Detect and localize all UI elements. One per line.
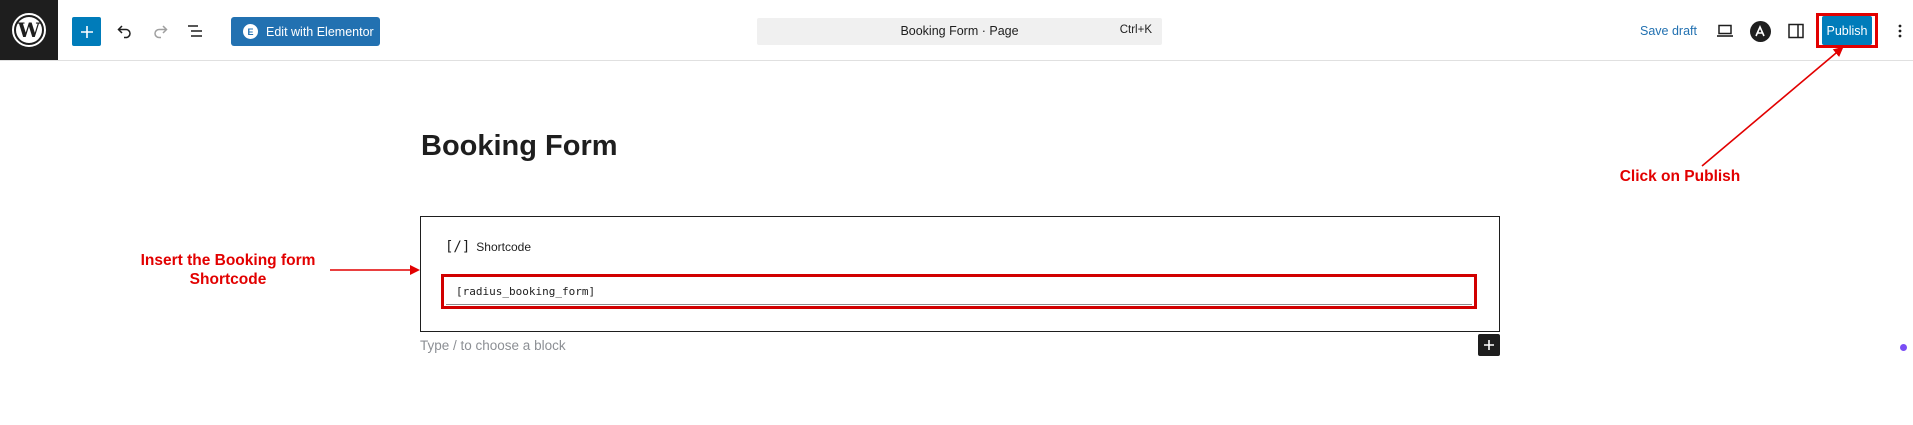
publish-button[interactable]: Publish (1822, 16, 1872, 45)
editor-top-toolbar: W E Edit with Elementor Booking Form · P… (0, 0, 1913, 61)
shortcode-value: [radius_booking_form] (456, 285, 596, 298)
annotation-insert-shortcode: Insert the Booking form Shortcode (128, 251, 328, 289)
more-vertical-icon (1898, 24, 1902, 38)
annotation-arrows (330, 46, 1844, 275)
undo-icon (117, 25, 131, 39)
plus-icon (1484, 340, 1494, 350)
add-block-button[interactable] (1478, 334, 1500, 356)
save-draft-button[interactable]: Save draft (1640, 22, 1697, 40)
annotation-line-1: Insert the Booking form (140, 252, 316, 269)
shortcode-block[interactable]: [/] Shortcode [radius_booking_form] (420, 216, 1500, 332)
document-title: Booking Form · Page (900, 24, 1019, 38)
input-underline (446, 304, 1472, 305)
redo-icon (154, 25, 168, 39)
list-view-button[interactable] (181, 17, 209, 45)
undo-button[interactable] (111, 17, 139, 45)
arrow-to-publish (1701, 46, 1844, 167)
shortcode-block-label: [/] Shortcode (445, 239, 531, 255)
wordpress-logo-icon: W (12, 13, 46, 47)
svg-text:W: W (17, 18, 41, 42)
page-title[interactable]: Booking Form (421, 130, 618, 163)
block-inserter-button[interactable] (72, 17, 101, 46)
wordpress-logo-button[interactable]: W (0, 0, 58, 60)
shortcode-icon: [/] (445, 239, 471, 255)
settings-sidebar-button[interactable] (1783, 18, 1809, 44)
elementor-icon: E (243, 24, 258, 39)
shortcode-input[interactable]: [radius_booking_form] (441, 274, 1477, 309)
sidebar-icon (1788, 23, 1804, 39)
command-shortcut: Ctrl+K (1119, 24, 1152, 36)
annotation-line-2: Shortcode (189, 271, 267, 288)
options-button[interactable] (1890, 18, 1910, 44)
command-palette-button[interactable]: Booking Form · Page Ctrl+K (757, 18, 1162, 45)
astra-icon (1749, 20, 1771, 42)
desktop-preview-icon (1717, 24, 1733, 37)
edit-with-elementor-label: Edit with Elementor (266, 24, 374, 39)
edit-with-elementor-button[interactable]: E Edit with Elementor (231, 17, 380, 46)
plus-icon (80, 25, 93, 38)
astra-settings-button[interactable] (1747, 18, 1773, 44)
status-dot (1900, 344, 1907, 351)
list-view-icon (188, 25, 202, 37)
shortcode-label-text: Shortcode (476, 240, 531, 254)
annotation-click-publish: Click on Publish (1619, 168, 1741, 185)
redo-button[interactable] (146, 17, 174, 45)
preview-button[interactable] (1712, 18, 1738, 44)
block-placeholder[interactable]: Type / to choose a block (420, 338, 566, 353)
